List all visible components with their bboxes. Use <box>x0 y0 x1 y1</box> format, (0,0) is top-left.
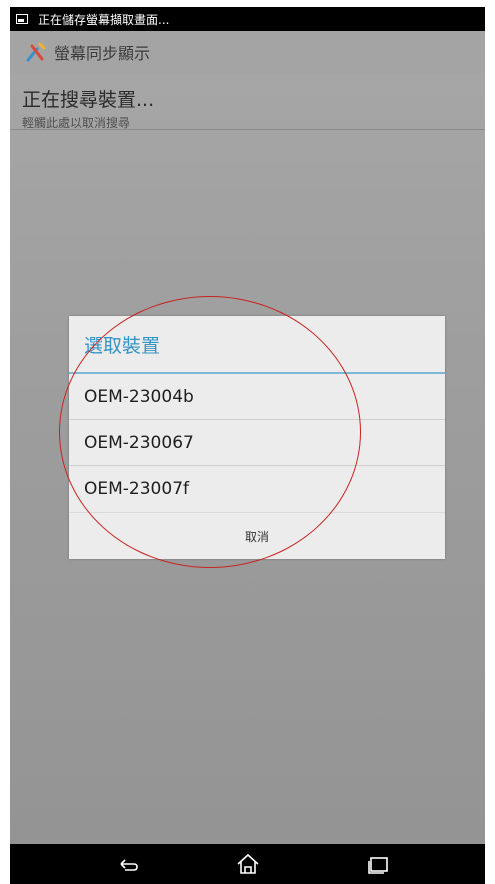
app-title: 螢幕同步顯示 <box>54 44 151 63</box>
phone-screen: 正在儲存螢幕擷取畫面... 螢幕同步顯示 正在搜尋裝置... 輕觸此處以取消搜尋… <box>10 7 485 884</box>
device-item[interactable]: OEM-23004b <box>69 374 445 420</box>
action-bar: 螢幕同步顯示 <box>10 31 485 73</box>
screenshot-icon <box>16 14 28 24</box>
dialog-title: 選取裝置 <box>69 316 445 374</box>
status-bar: 正在儲存螢幕擷取畫面... <box>10 7 485 31</box>
app-icon <box>26 42 46 62</box>
device-item[interactable]: OEM-230067 <box>69 420 445 466</box>
status-notification-text: 正在儲存螢幕擷取畫面... <box>38 12 170 27</box>
searching-title: 正在搜尋裝置... <box>22 89 155 111</box>
app-screen: 螢幕同步顯示 正在搜尋裝置... 輕觸此處以取消搜尋 選取裝置 OEM-2300… <box>10 31 485 844</box>
navigation-bar <box>10 844 485 884</box>
home-icon[interactable] <box>233 850 263 878</box>
select-device-dialog: 選取裝置 OEM-23004b OEM-230067 OEM-23007f 取消 <box>69 316 445 559</box>
back-icon[interactable] <box>113 850 143 878</box>
cancel-button[interactable]: 取消 <box>69 512 445 560</box>
divider <box>10 129 485 130</box>
searching-status[interactable]: 正在搜尋裝置... 輕觸此處以取消搜尋 <box>22 85 154 131</box>
device-item[interactable]: OEM-23007f <box>69 466 445 512</box>
recents-icon[interactable] <box>363 850 393 878</box>
